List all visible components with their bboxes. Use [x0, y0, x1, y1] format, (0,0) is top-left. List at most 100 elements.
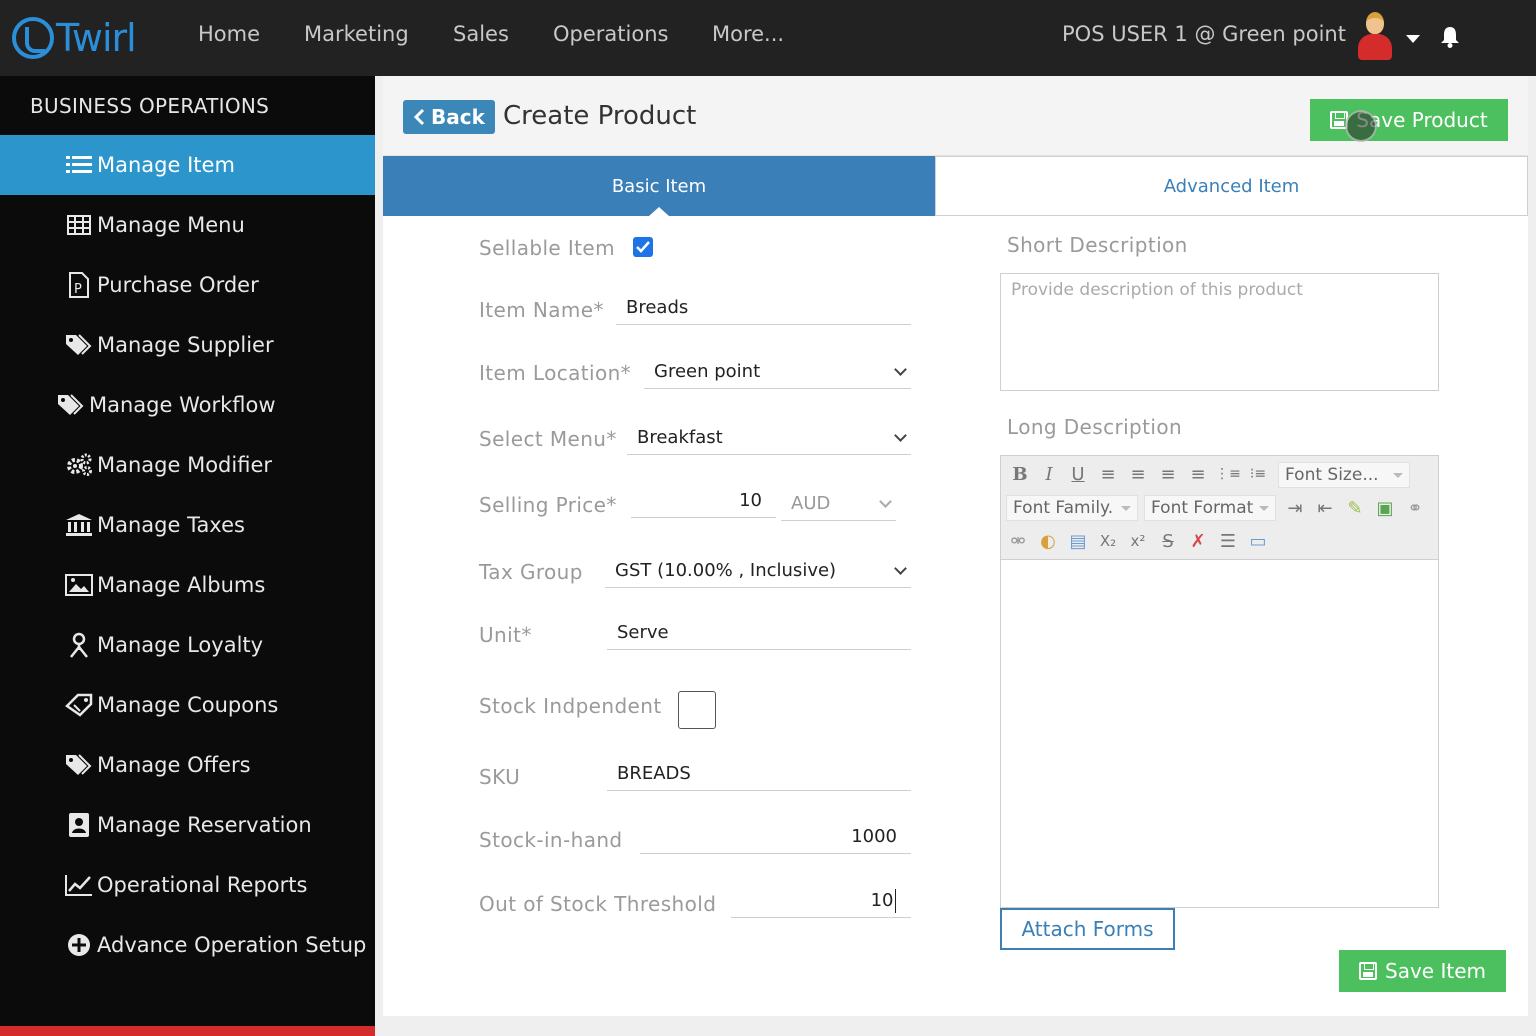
sidebar-item-manage-coupons[interactable]: Manage Coupons — [0, 675, 375, 735]
font-size-select[interactable]: Font Size... — [1278, 462, 1410, 488]
nav-sales[interactable]: Sales — [453, 22, 509, 46]
sidebar-item-label: Manage Coupons — [97, 693, 279, 717]
user-label[interactable]: POS USER 1 @ Green point — [1062, 22, 1346, 46]
attach-forms-button[interactable]: Attach Forms — [1000, 908, 1175, 950]
underline-icon[interactable]: U — [1067, 463, 1089, 485]
stock-independent-checkbox[interactable] — [678, 691, 716, 729]
tags-icon — [56, 393, 86, 417]
sidebar-item-label: Manage Item — [97, 153, 235, 177]
sidebar-item-manage-taxes[interactable]: Manage Taxes — [0, 495, 375, 555]
save-product-button[interactable]: Save Product — [1310, 99, 1508, 141]
nav-home[interactable]: Home — [198, 22, 260, 46]
chevron-down-icon — [879, 495, 892, 508]
out-of-stock-threshold-label: Out of Stock Threshold — [479, 892, 717, 916]
strikethrough-icon[interactable]: S — [1157, 530, 1179, 552]
sidebar-item-label: Manage Albums — [97, 573, 266, 597]
link-icon[interactable]: ⚭ — [1404, 497, 1426, 519]
currency-select[interactable]: AUD — [781, 487, 896, 521]
outdent-icon[interactable]: ⇤ — [1314, 497, 1336, 519]
font-format-select[interactable]: Font Format — [1144, 495, 1276, 521]
sidebar-item-label: Manage Reservation — [97, 813, 312, 837]
horizontal-rule-icon[interactable]: ☰ — [1217, 530, 1239, 552]
item-location-label: Item Location* — [479, 361, 632, 385]
gears-icon — [64, 453, 94, 477]
sidebar-item-manage-albums[interactable]: Manage Albums — [0, 555, 375, 615]
logo-mark-icon — [12, 17, 54, 59]
tax-group-select[interactable]: GST (10.00% , Inclusive) — [605, 554, 911, 588]
bold-icon[interactable]: B — [1009, 463, 1031, 485]
nav-more[interactable]: More... — [712, 22, 784, 46]
sidebar-item-advance-operation-setup[interactable]: Advance Operation Setup — [0, 915, 375, 975]
select-menu-select[interactable]: Breakfast — [627, 421, 911, 455]
align-left-icon[interactable]: ≡ — [1097, 463, 1119, 485]
tab-basic-item[interactable]: Basic Item — [383, 156, 935, 216]
nav-marketing[interactable]: Marketing — [304, 22, 409, 46]
sellable-item-label: Sellable Item — [479, 236, 616, 260]
ordered-list-icon[interactable]: ⋮≡ — [1215, 463, 1241, 485]
short-description-label: Short Description — [1007, 233, 1188, 257]
stock-in-hand-input[interactable]: 1000 — [640, 820, 911, 854]
unlink-icon[interactable]: ⚮ — [1007, 530, 1029, 552]
align-center-icon[interactable]: ≡ — [1127, 463, 1149, 485]
sidebar-item-label: Manage Workflow — [89, 393, 276, 417]
color-palette-icon[interactable]: ◐ — [1037, 530, 1059, 552]
save-item-button[interactable]: Save Item — [1339, 950, 1506, 992]
sidebar-item-purchase-order[interactable]: P Purchase Order — [0, 255, 375, 315]
sidebar-item-label: Advance Operation Setup — [97, 933, 367, 957]
twirl-logo[interactable]: Twirl — [12, 14, 137, 62]
align-justify-icon[interactable]: ≡ — [1187, 463, 1209, 485]
sellable-item-checkbox[interactable] — [633, 237, 653, 257]
avatar[interactable] — [1356, 12, 1392, 60]
page-header: Back Create Product Save Product — [383, 76, 1528, 156]
contact-icon — [64, 813, 94, 837]
nav-operations[interactable]: Operations — [553, 22, 668, 46]
font-family-select[interactable]: Font Family. — [1006, 495, 1138, 521]
select-menu-label: Select Menu* — [479, 427, 617, 451]
sidebar-item-label: Manage Offers — [97, 753, 251, 777]
indent-icon[interactable]: ⇥ — [1284, 497, 1306, 519]
document-icon[interactable]: ▤ — [1067, 530, 1089, 552]
chevron-down-icon[interactable] — [1406, 35, 1420, 43]
item-name-input[interactable]: Breads — [616, 291, 911, 325]
edit-pencil-icon[interactable]: ✎ — [1344, 497, 1366, 519]
short-description-textarea[interactable]: Provide description of this product — [1000, 273, 1439, 391]
subscript-icon[interactable]: X₂ — [1097, 530, 1119, 552]
sidebar-item-label: Manage Menu — [97, 213, 245, 237]
sidebar-item-label: Operational Reports — [97, 873, 308, 897]
item-location-select[interactable]: Green point — [644, 355, 911, 389]
document-p-icon: P — [64, 272, 94, 298]
long-description-label: Long Description — [1007, 415, 1183, 439]
sku-input[interactable]: BREADS — [607, 757, 911, 791]
out-of-stock-threshold-input[interactable]: 10 — [731, 884, 911, 918]
insert-image-icon[interactable]: ▣ — [1374, 497, 1396, 519]
chevron-down-icon — [894, 562, 907, 575]
sidebar-item-manage-reservation[interactable]: Manage Reservation — [0, 795, 375, 855]
sidebar-item-manage-offers[interactable]: Manage Offers — [0, 735, 375, 795]
unordered-list-icon[interactable]: ⁝≡ — [1247, 463, 1269, 485]
italic-icon[interactable]: I — [1038, 463, 1060, 485]
bell-icon[interactable] — [1440, 26, 1460, 48]
back-button[interactable]: Back — [403, 100, 495, 134]
sidebar-item-manage-item[interactable]: Manage Item — [0, 135, 375, 195]
align-right-icon[interactable]: ≡ — [1157, 463, 1179, 485]
sidebar-item-label: Manage Loyalty — [97, 633, 264, 657]
list-icon — [64, 153, 94, 177]
long-description-editor[interactable]: B I U ≡ ≡ ≡ ≡ ⋮≡ ⁝≡ Font Size... Font Fa… — [1000, 455, 1439, 908]
floppy-icon — [1359, 962, 1377, 980]
remove-format-icon[interactable]: ✗ — [1187, 530, 1209, 552]
sidebar-item-manage-supplier[interactable]: Manage Supplier — [0, 315, 375, 375]
sidebar-item-manage-workflow[interactable]: Manage Workflow — [0, 375, 375, 435]
sidebar-item-manage-modifier[interactable]: Manage Modifier — [0, 435, 375, 495]
ticket-icon — [64, 693, 94, 717]
sidebar-item-manage-loyalty[interactable]: Manage Loyalty — [0, 615, 375, 675]
selling-price-input[interactable]: 10 — [631, 484, 776, 518]
sidebar-item-manage-menu[interactable]: Manage Menu — [0, 195, 375, 255]
plus-circle-icon — [64, 933, 94, 957]
superscript-icon[interactable]: x² — [1127, 530, 1149, 552]
unit-input[interactable]: Serve — [607, 616, 911, 650]
sidebar-item-operational-reports[interactable]: Operational Reports — [0, 855, 375, 915]
tax-group-label: Tax Group — [479, 560, 583, 584]
sidebar-title: BUSINESS OPERATIONS — [30, 94, 270, 118]
html-source-icon[interactable]: ▭ — [1247, 530, 1269, 552]
tab-advanced-item[interactable]: Advanced Item — [935, 156, 1528, 216]
